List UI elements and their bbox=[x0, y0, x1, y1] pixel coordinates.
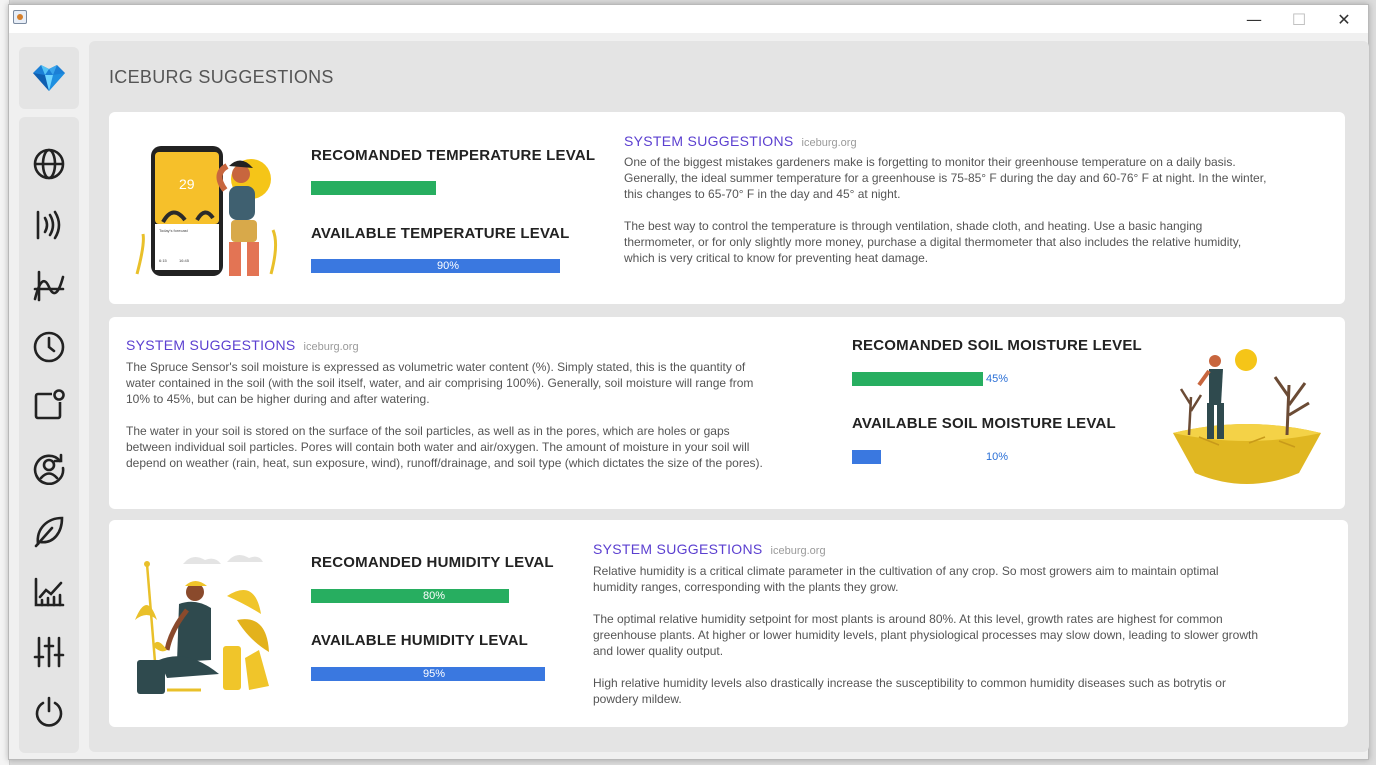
soil-paragraph: The Spruce Sensor's soil moisture is exp… bbox=[126, 360, 754, 406]
close-button[interactable]: ✕ bbox=[1322, 5, 1366, 33]
temperature-card: 29 Today's forecast 6:15 16:45 RECOMANDE… bbox=[109, 112, 1345, 304]
nav-notifications[interactable] bbox=[31, 387, 67, 423]
power-icon bbox=[35, 696, 63, 727]
globe-icon bbox=[33, 148, 65, 180]
humidity-card: RECOMANDED HUMIDITY LEVAL 80% AVAILABLE … bbox=[109, 520, 1348, 727]
nav-globe[interactable] bbox=[31, 146, 67, 182]
svg-text:Today's forecast: Today's forecast bbox=[159, 228, 189, 233]
svg-text:16:45: 16:45 bbox=[179, 258, 190, 263]
soil-suggestion-text: The Spruce Sensor's soil moisture is exp… bbox=[126, 359, 771, 471]
soil-suggestion-title: SYSTEM SUGGESTIONS bbox=[126, 337, 296, 353]
humidity-suggestion-header: SYSTEM SUGGESTIONS iceburg.org bbox=[593, 541, 826, 559]
main-panel: ICEBURG SUGGESTIONS 29 Today's forecast … bbox=[89, 41, 1369, 752]
available-soil-bar: 10% bbox=[852, 450, 1144, 464]
temperature-suggestion-site: iceburg.org bbox=[801, 137, 857, 149]
maximize-button[interactable]: ☐ bbox=[1277, 5, 1321, 33]
iceberg-logo-icon bbox=[33, 65, 65, 91]
recommended-temperature-bar: 50% bbox=[311, 181, 561, 195]
chart-icon bbox=[34, 577, 65, 607]
page-title: ICEBURG SUGGESTIONS bbox=[109, 67, 334, 87]
timer-icon bbox=[33, 331, 65, 363]
app-window: — ☐ ✕ ICEBURG SUGGESTIONS 29 Today's for… bbox=[8, 4, 1369, 760]
recommended-soil-title: RECOMANDED SOIL MOISTURE LEVEL bbox=[852, 337, 1142, 354]
soil-suggestion-header: SYSTEM SUGGESTIONS iceburg.org bbox=[126, 337, 359, 355]
available-humidity-title: AVAILABLE HUMIDITY LEVAL bbox=[311, 632, 529, 649]
available-temperature-fill bbox=[311, 259, 561, 273]
nav-settings[interactable] bbox=[31, 634, 67, 670]
svg-text:29: 29 bbox=[179, 176, 195, 192]
available-temperature-bar: 90% bbox=[311, 259, 588, 273]
available-temperature-title: AVAILABLE TEMPERATURE LEVAL bbox=[311, 225, 570, 242]
nav-timer[interactable] bbox=[31, 329, 67, 365]
sidebar-nav bbox=[19, 117, 79, 753]
minimize-button[interactable]: — bbox=[1232, 5, 1276, 33]
humidity-suggestion-site: iceburg.org bbox=[770, 545, 826, 557]
nav-chart[interactable] bbox=[31, 574, 67, 610]
nav-graph[interactable] bbox=[31, 268, 67, 304]
java-app-icon bbox=[13, 10, 27, 24]
recommended-temperature-label: 50% bbox=[437, 182, 460, 194]
available-soil-title: AVAILABLE SOIL MOISTURE LEVAL bbox=[852, 415, 1116, 432]
signal-waves-icon bbox=[36, 210, 61, 240]
available-soil-fill bbox=[852, 450, 882, 464]
humidity-paragraph: Relative humidity is a critical climate … bbox=[593, 564, 1219, 594]
leaf-icon bbox=[34, 516, 64, 548]
title-bar: — ☐ ✕ bbox=[9, 5, 1368, 33]
recommended-temperature-fill bbox=[311, 181, 436, 195]
temperature-paragraph: The best way to control the temperature … bbox=[624, 219, 1242, 265]
svg-text:6:15: 6:15 bbox=[159, 258, 168, 263]
humidity-paragraph: High relative humidity levels also drast… bbox=[593, 676, 1226, 706]
recommended-humidity-bar: 80% bbox=[311, 589, 558, 603]
humidity-illustration bbox=[135, 555, 269, 694]
sliders-icon bbox=[33, 636, 65, 668]
recommended-soil-fill bbox=[852, 372, 984, 386]
soil-suggestion-site: iceburg.org bbox=[303, 341, 359, 353]
temperature-paragraph: One of the biggest mistakes gardeners ma… bbox=[624, 155, 1267, 201]
user-refresh-icon bbox=[33, 453, 65, 485]
recommended-humidity-label: 80% bbox=[423, 590, 446, 602]
dry-soil-illustration bbox=[1173, 349, 1321, 484]
nav-power[interactable] bbox=[31, 694, 67, 730]
logo-panel bbox=[19, 47, 79, 109]
recommended-temperature-title: RECOMANDED TEMPERATURE LEVAL bbox=[311, 147, 596, 164]
available-soil-label: 10% bbox=[986, 451, 1009, 463]
temperature-suggestion-title: SYSTEM SUGGESTIONS bbox=[624, 133, 794, 149]
temperature-suggestion-text: One of the biggest mistakes gardeners ma… bbox=[624, 154, 1274, 266]
temperature-illustration: 29 Today's forecast 6:15 16:45 bbox=[135, 146, 278, 276]
temperature-suggestion-header: SYSTEM SUGGESTIONS iceburg.org bbox=[624, 133, 857, 151]
recommended-soil-label: 45% bbox=[986, 373, 1009, 385]
soil-paragraph: The water in your soil is stored on the … bbox=[126, 424, 763, 470]
recommended-soil-bar: 45% bbox=[852, 372, 1144, 386]
humidity-paragraph: The optimal relative humidity setpoint f… bbox=[593, 612, 1259, 658]
available-humidity-label: 95% bbox=[423, 668, 446, 680]
notification-square-icon bbox=[34, 389, 65, 420]
available-humidity-bar: 95% bbox=[311, 667, 557, 681]
humidity-suggestion-title: SYSTEM SUGGESTIONS bbox=[593, 541, 763, 557]
available-temperature-label: 90% bbox=[437, 260, 460, 272]
soil-moisture-card: SYSTEM SUGGESTIONS iceburg.org The Spruce… bbox=[109, 317, 1345, 509]
nav-signal[interactable] bbox=[31, 207, 67, 243]
graph-wave-icon bbox=[33, 270, 65, 302]
nav-user[interactable] bbox=[31, 450, 67, 486]
recommended-humidity-fill bbox=[311, 589, 509, 603]
nav-leaf[interactable] bbox=[31, 513, 67, 549]
recommended-humidity-title: RECOMANDED HUMIDITY LEVAL bbox=[311, 554, 554, 571]
humidity-suggestion-text: Relative humidity is a critical climate … bbox=[593, 563, 1263, 707]
